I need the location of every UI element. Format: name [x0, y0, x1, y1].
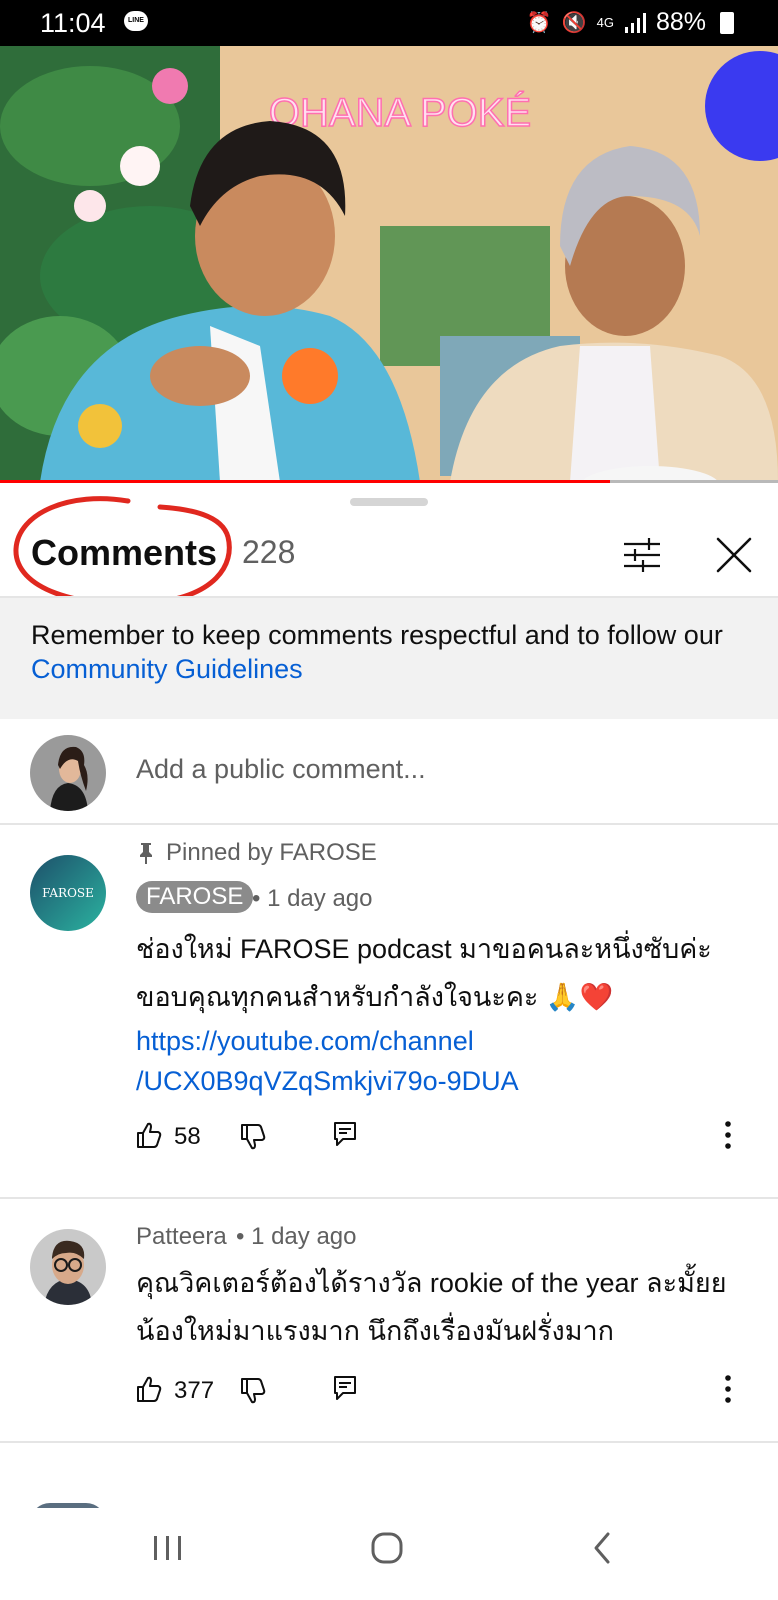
- patteera-avatar[interactable]: [30, 1229, 106, 1305]
- pin-icon: [140, 843, 152, 864]
- video-player[interactable]: OHANA POKÉ: [0, 46, 778, 482]
- comment-item: Patteera • 1 day ago คุณวิคเตอร์ต้องได้ร…: [0, 1199, 778, 1439]
- comment-author[interactable]: Patteera: [136, 1223, 227, 1251]
- community-guidelines-link[interactable]: Community Guidelines: [31, 654, 303, 684]
- add-comment-input[interactable]: Add a public comment...: [136, 754, 426, 785]
- guidelines-text: Remember to keep comments respectful and…: [31, 620, 723, 650]
- dislike-icon[interactable]: [240, 1377, 266, 1405]
- battery-percent: 88%: [655, 8, 706, 36]
- comment-divider: [0, 1441, 778, 1443]
- guidelines-banner: Remember to keep comments respectful and…: [0, 598, 778, 719]
- status-time: 11:04: [40, 8, 106, 38]
- back-icon[interactable]: [590, 1528, 614, 1568]
- farose-avatar-text: FAROSE: [42, 886, 94, 900]
- comment-actions: 377: [136, 1375, 756, 1415]
- video-frame: OHANA POKÉ: [0, 46, 778, 482]
- comment-author[interactable]: FAROSE: [136, 881, 254, 913]
- status-bar: 11:04 LINE ⏰ 🔇 4G 88%: [0, 0, 778, 46]
- recent-apps-icon[interactable]: [152, 1528, 184, 1568]
- network-type: 4G: [596, 14, 614, 30]
- user-avatar: [30, 735, 106, 811]
- like-icon[interactable]: [136, 1375, 162, 1403]
- home-icon[interactable]: [368, 1528, 408, 1568]
- more-options-icon[interactable]: [718, 1373, 738, 1405]
- guidelines-message: Remember to keep comments respectful and…: [31, 618, 751, 686]
- comments-count: 228: [242, 534, 296, 570]
- comment-text-line: ช่องใหม่ FAROSE podcast มาขอคนละหนึ่งซับ…: [136, 934, 712, 964]
- comment-text-line: ขอบคุณทุกคนสำหรับกำลังใจนะคะ 🙏❤️: [136, 982, 614, 1012]
- comment-item: FAROSE Pinned by FAROSE FAROSE • 1 day a…: [0, 825, 778, 1195]
- channel-link-line: /UCX0B9qVZqSmkjvi79o-9DUA: [136, 1066, 519, 1096]
- more-options-icon[interactable]: [718, 1119, 738, 1151]
- add-comment-row[interactable]: Add a public comment...: [0, 719, 778, 825]
- drag-handle[interactable]: [350, 498, 428, 506]
- farose-avatar[interactable]: FAROSE: [30, 855, 106, 931]
- comment-time: • 1 day ago: [252, 885, 373, 912]
- like-count: 377: [174, 1377, 215, 1404]
- comment-body: คุณวิคเตอร์ต้องได้รางวัล rookie of the y…: [136, 1259, 746, 1355]
- close-icon[interactable]: [714, 535, 754, 575]
- comments-title: Comments: [31, 532, 218, 573]
- reply-icon[interactable]: [333, 1121, 357, 1147]
- line-app-icon: LINE: [124, 11, 148, 31]
- comment-text-line: น้องใหม่มาแรงมาก นึกถึงเรื่องมันฝรั่งมาก: [136, 1316, 615, 1346]
- android-nav-bar: [0, 1508, 778, 1600]
- comment-actions: 58: [136, 1121, 756, 1161]
- pinned-label: Pinned by FAROSE: [166, 839, 377, 866]
- channel-link-line: https://youtube.com/channel: [136, 1026, 474, 1056]
- comments-sheet: Comments 228 Remember to keep comments r…: [0, 483, 778, 1508]
- video-neon-sign: OHANA POKÉ: [269, 90, 531, 135]
- status-indicators: ⏰ 🔇 4G 88%: [527, 8, 734, 37]
- like-icon[interactable]: [136, 1121, 162, 1149]
- comment-body: ช่องใหม่ FAROSE podcast มาขอคนละหนึ่งซับ…: [136, 925, 746, 1101]
- channel-link[interactable]: https://youtube.com/channel/UCX0B9qVZqSm…: [136, 1021, 746, 1101]
- dislike-icon[interactable]: [240, 1123, 266, 1151]
- comment-text-line: คุณวิคเตอร์ต้องได้รางวัล rookie of the y…: [136, 1268, 727, 1298]
- sort-filter-icon[interactable]: [622, 535, 662, 575]
- alarm-icon: ⏰: [526, 12, 552, 34]
- comment-time: • 1 day ago: [236, 1223, 357, 1250]
- battery-icon: [720, 11, 734, 34]
- signal-icon: [624, 12, 646, 33]
- reply-icon[interactable]: [333, 1375, 357, 1401]
- like-count: 58: [174, 1123, 201, 1150]
- mute-icon: 🔇: [561, 12, 587, 34]
